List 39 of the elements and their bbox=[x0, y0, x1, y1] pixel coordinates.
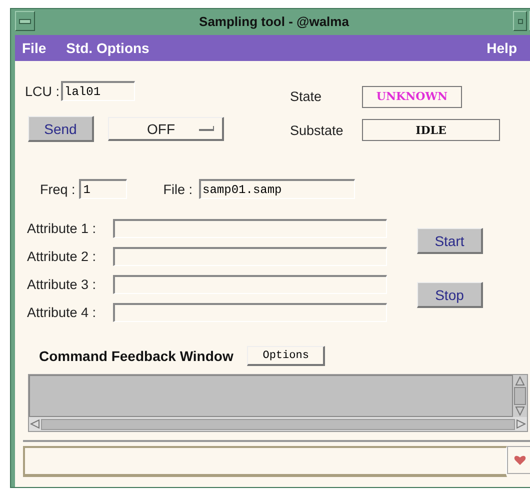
window-title: Sampling tool - @walma bbox=[198, 14, 350, 28]
substate-value: IDLE bbox=[362, 119, 500, 142]
dropdown-indicator-icon bbox=[199, 126, 214, 131]
horizontal-scrollbar[interactable] bbox=[29, 417, 527, 431]
attribute-label: Attribute 1 : bbox=[27, 221, 98, 236]
feedback-title: Command Feedback Window bbox=[39, 348, 234, 364]
attribute-field[interactable] bbox=[113, 303, 387, 322]
scroll-down-icon[interactable] bbox=[515, 406, 525, 416]
attribute-field[interactable] bbox=[113, 219, 387, 238]
mode-dropdown[interactable]: OFF bbox=[108, 117, 224, 141]
lcu-label: LCU : bbox=[25, 84, 60, 98]
attribute-label: Attribute 2 : bbox=[27, 249, 98, 264]
menu-item[interactable]: Help bbox=[486, 40, 517, 56]
send-button[interactable]: Send bbox=[28, 116, 94, 142]
menu-item[interactable]: File bbox=[22, 40, 46, 56]
start-button[interactable]: Start bbox=[417, 228, 483, 254]
state-value: UNKNOWN bbox=[362, 86, 462, 108]
attribute-label: Attribute 4 : bbox=[27, 305, 98, 320]
scroll-up-icon[interactable] bbox=[515, 376, 525, 386]
state-label: State bbox=[290, 89, 323, 104]
substate-label: Substate bbox=[290, 122, 344, 138]
scroll-left-icon[interactable] bbox=[30, 419, 40, 429]
file-label: File : bbox=[163, 182, 193, 196]
heart-icon bbox=[514, 454, 526, 466]
freq-label: Freq : bbox=[40, 182, 76, 196]
options-button[interactable]: Options bbox=[247, 346, 326, 366]
attribute-field[interactable] bbox=[113, 247, 387, 266]
freq-field[interactable]: 1 bbox=[79, 179, 128, 199]
vertical-scrollbar[interactable] bbox=[513, 375, 527, 417]
minimize-button[interactable] bbox=[513, 11, 527, 31]
file-field[interactable]: samp01.samp bbox=[198, 179, 355, 199]
window-menu-button[interactable] bbox=[15, 11, 35, 31]
lcu-field[interactable]: lal01 bbox=[60, 81, 135, 101]
scroll-right-icon[interactable] bbox=[516, 419, 526, 429]
attribute-label: Attribute 3 : bbox=[27, 277, 98, 292]
stop-button[interactable]: Stop bbox=[417, 282, 483, 308]
attribute-field[interactable] bbox=[113, 275, 387, 294]
status-button[interactable] bbox=[507, 446, 530, 474]
menu-item[interactable]: Std. Options bbox=[66, 40, 150, 56]
